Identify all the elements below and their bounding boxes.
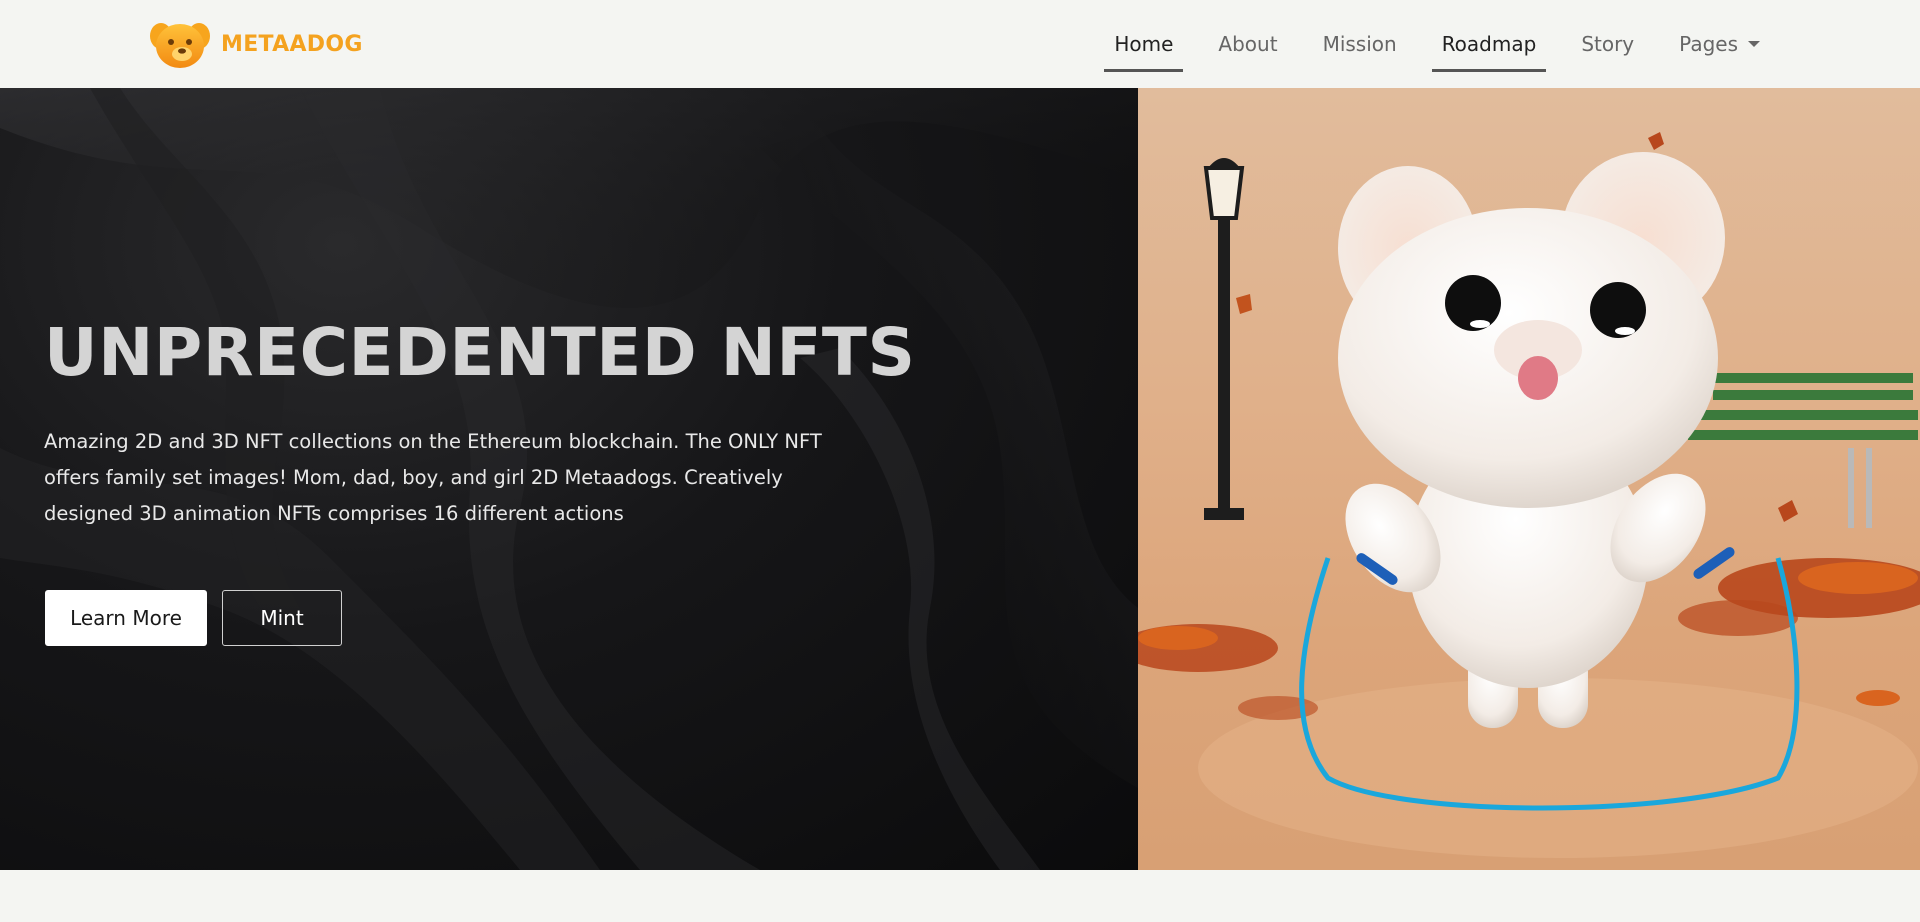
nav-mission[interactable]: Mission: [1313, 0, 1407, 88]
main-nav: Home About Mission Roadmap Story Pages: [1079, 0, 1770, 88]
nav-pages-dropdown[interactable]: Pages: [1669, 0, 1770, 88]
jump-rope-dog-image: [1138, 132, 1920, 858]
learn-more-button[interactable]: Learn More: [45, 590, 207, 646]
nav-story[interactable]: Story: [1571, 0, 1644, 88]
hero-title: UNPRECEDENTED NFTS: [44, 314, 916, 391]
mint-button[interactable]: Mint: [222, 590, 342, 646]
hero-illustration: [1138, 88, 1920, 870]
dog-face-logo-icon: [150, 23, 210, 68]
nav-roadmap[interactable]: Roadmap: [1431, 0, 1547, 88]
site-header: METAADOG Home About Mission Roadmap Stor…: [0, 0, 1920, 88]
hero-description: Amazing 2D and 3D NFT collections on the…: [44, 430, 822, 525]
hero-section: UNPRECEDENTED NFTS Amazing 2D and 3D NFT…: [0, 88, 1138, 870]
brand-name: METAADOG: [221, 31, 363, 57]
nav-pages-label: Pages: [1679, 32, 1738, 56]
nav-home[interactable]: Home: [1104, 0, 1184, 88]
nav-about[interactable]: About: [1208, 0, 1287, 88]
chevron-down-icon: [1748, 41, 1760, 47]
brand-link[interactable]: METAADOG: [149, 18, 363, 70]
